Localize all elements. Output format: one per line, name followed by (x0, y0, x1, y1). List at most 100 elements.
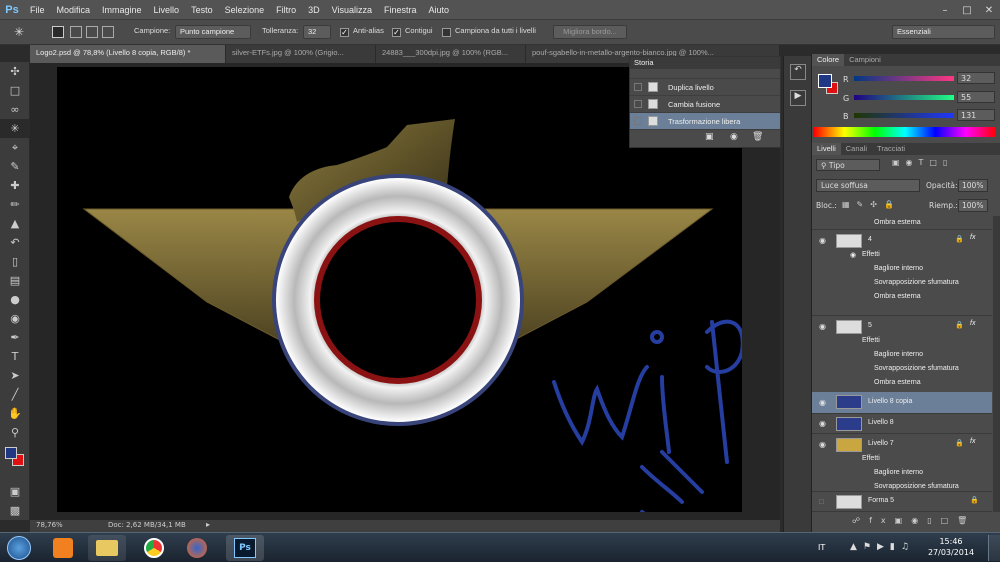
subtract-selection-icon[interactable] (86, 26, 98, 38)
layers-bottom-toolbar[interactable]: ☍fx▣◉▯□🗑 (812, 516, 1000, 530)
magic-wand-tool-icon[interactable]: ✳ (0, 119, 30, 138)
menu-visualizza[interactable]: Visualizza (326, 5, 378, 15)
gradient-tool-icon[interactable]: ▤ (0, 271, 30, 290)
menu-testo[interactable]: Testo (185, 5, 219, 15)
eraser-tool-icon[interactable]: ▯ (0, 252, 30, 271)
menu-aiuto[interactable]: Aiuto (423, 5, 456, 15)
fill-input[interactable]: 100% (958, 199, 988, 212)
history-panel-icon[interactable]: ↶ (790, 64, 806, 80)
fx-icon[interactable]: fx (970, 234, 975, 241)
blend-mode-select[interactable]: Luce soffusa (816, 179, 920, 192)
photoshop-taskbar-icon[interactable]: Ps (226, 535, 264, 561)
layer-row[interactable]: ◉ 5 🔒 fx Effetti Bagliore interno Sovrap… (812, 316, 992, 396)
migliora-bordo-button[interactable]: Migliora bordo... (553, 25, 627, 39)
move-tool-icon[interactable]: ✣ (0, 62, 30, 81)
color-spectrum[interactable] (814, 127, 996, 137)
tab-canali[interactable]: Canali (841, 143, 872, 155)
layer-row-selected[interactable]: ◉ Livello 8 copia (812, 392, 992, 414)
menu-finestra[interactable]: Finestra (378, 5, 423, 15)
g-slider[interactable] (854, 95, 954, 100)
actions-panel-icon[interactable]: ▶ (790, 90, 806, 106)
explorer-icon[interactable] (88, 535, 126, 561)
tab-campioni[interactable]: Campioni (844, 54, 886, 66)
visibility-box[interactable]: □ (819, 497, 829, 506)
menu-livello[interactable]: Livello (148, 5, 186, 15)
tray-icons[interactable]: ▲⚑▶▮♫ (850, 542, 915, 552)
zoom-tool-icon[interactable]: ⚲ (0, 423, 30, 442)
screen-mode-icon[interactable]: ▩ (0, 501, 30, 520)
layer-filter-select[interactable]: ⚲ Tipo (816, 159, 880, 171)
close-icon[interactable]: ✕ (978, 0, 1000, 20)
fx-icon[interactable]: fx (970, 438, 975, 445)
intersect-selection-icon[interactable] (102, 26, 114, 38)
layer-row[interactable]: ◉ Livello 8 (812, 414, 992, 434)
tab-colore[interactable]: Colore (812, 54, 845, 66)
layer-row[interactable]: ◉ Livello 7 🔒 fx Effetti Bagliore intern… (812, 434, 992, 492)
layer-effect-row[interactable]: Ombra esterna (812, 216, 992, 230)
type-tool-icon[interactable]: T (0, 347, 30, 366)
campiona-tutti-checkbox[interactable] (442, 28, 451, 37)
eye-icon[interactable]: ◉ (819, 440, 829, 449)
magic-wand-icon[interactable]: ✳ (14, 25, 24, 39)
zoom-level[interactable]: 78,76% (36, 521, 63, 529)
status-arrow-icon[interactable]: ▸ (206, 520, 210, 529)
quick-mask-icon[interactable]: ▣ (0, 482, 30, 501)
layer-row[interactable]: □ Forma 5 🔒 (812, 492, 992, 512)
clock-date[interactable]: 27/03/2014 (926, 548, 976, 557)
history-row-partial[interactable] (630, 69, 780, 79)
eyedropper-tool-icon[interactable]: ✎ (0, 157, 30, 176)
layer-scrollbar[interactable] (993, 216, 1000, 512)
workspace-select[interactable]: Essenziali (892, 25, 995, 39)
contigui-checkbox[interactable]: ✓ (392, 28, 401, 37)
history-item-cambia-fusione[interactable]: Cambia fusione (630, 96, 780, 113)
brush-tool-icon[interactable]: ✏ (0, 195, 30, 214)
minimize-icon[interactable]: – (934, 0, 956, 20)
campione-select[interactable]: Punto campione (175, 25, 251, 39)
menu-modifica[interactable]: Modifica (51, 5, 97, 15)
new-selection-icon[interactable] (52, 26, 64, 38)
eye-icon[interactable]: ◉ (819, 236, 829, 245)
new-document-from-state-icon[interactable]: ▣ (705, 132, 714, 142)
opacity-input[interactable]: 100% (958, 179, 988, 192)
maximize-icon[interactable]: □ (956, 0, 978, 20)
layer-filter-icons[interactable]: ▣◉T□▯ (892, 158, 953, 167)
trash-icon[interactable]: 🗑 (752, 132, 763, 142)
firefox-icon[interactable] (178, 535, 216, 561)
tab-silver-etfs[interactable]: silver-ETFs.jpg @ 100% (Grigio... (226, 45, 376, 63)
show-desktop-button[interactable] (988, 535, 1000, 561)
tab-logo2[interactable]: Logo2.psd @ 78,8% (Livello 8 copia, RGB/… (30, 45, 226, 63)
fx-icon[interactable]: fx (970, 320, 975, 327)
r-slider[interactable] (854, 76, 954, 81)
chrome-icon[interactable] (135, 535, 173, 561)
eye-icon[interactable]: ◉ (819, 419, 829, 428)
path-select-tool-icon[interactable]: ➤ (0, 366, 30, 385)
menu-file[interactable]: File (24, 5, 51, 15)
add-selection-icon[interactable] (70, 26, 82, 38)
tab-livelli[interactable]: Livelli (812, 143, 841, 155)
dodge-tool-icon[interactable]: ◉ (0, 309, 30, 328)
menu-3d[interactable]: 3D (302, 5, 326, 15)
lock-icons[interactable]: ▦✎✣🔒 (842, 200, 901, 209)
hand-tool-icon[interactable]: ✋ (0, 404, 30, 423)
healing-tool-icon[interactable]: ✚ (0, 176, 30, 195)
menu-filtro[interactable]: Filtro (270, 5, 302, 15)
tab-24883[interactable]: 24883___300dpi.jpg @ 100% (RGB... (376, 45, 526, 63)
g-input[interactable]: 55 (957, 91, 995, 103)
color-fg-swatch[interactable] (818, 74, 832, 88)
color-swatches[interactable] (0, 442, 29, 482)
line-tool-icon[interactable]: ╱ (0, 385, 30, 404)
pen-tool-icon[interactable]: ✒ (0, 328, 30, 347)
blur-tool-icon[interactable]: ● (0, 290, 30, 309)
r-input[interactable]: 32 (957, 72, 995, 84)
foreground-color-swatch[interactable] (5, 447, 17, 459)
language-indicator[interactable]: IT (818, 543, 825, 552)
marquee-tool-icon[interactable]: □ (0, 81, 30, 100)
menu-selezione[interactable]: Selezione (219, 5, 271, 15)
antialias-checkbox[interactable]: ✓ (340, 28, 349, 37)
tab-tracciati[interactable]: Tracciati (872, 143, 910, 155)
start-button[interactable] (3, 535, 35, 561)
eye-icon[interactable]: ◉ (819, 322, 829, 331)
lasso-tool-icon[interactable]: ∞ (0, 100, 30, 119)
media-player-icon[interactable] (44, 535, 82, 561)
b-slider[interactable] (854, 113, 954, 118)
